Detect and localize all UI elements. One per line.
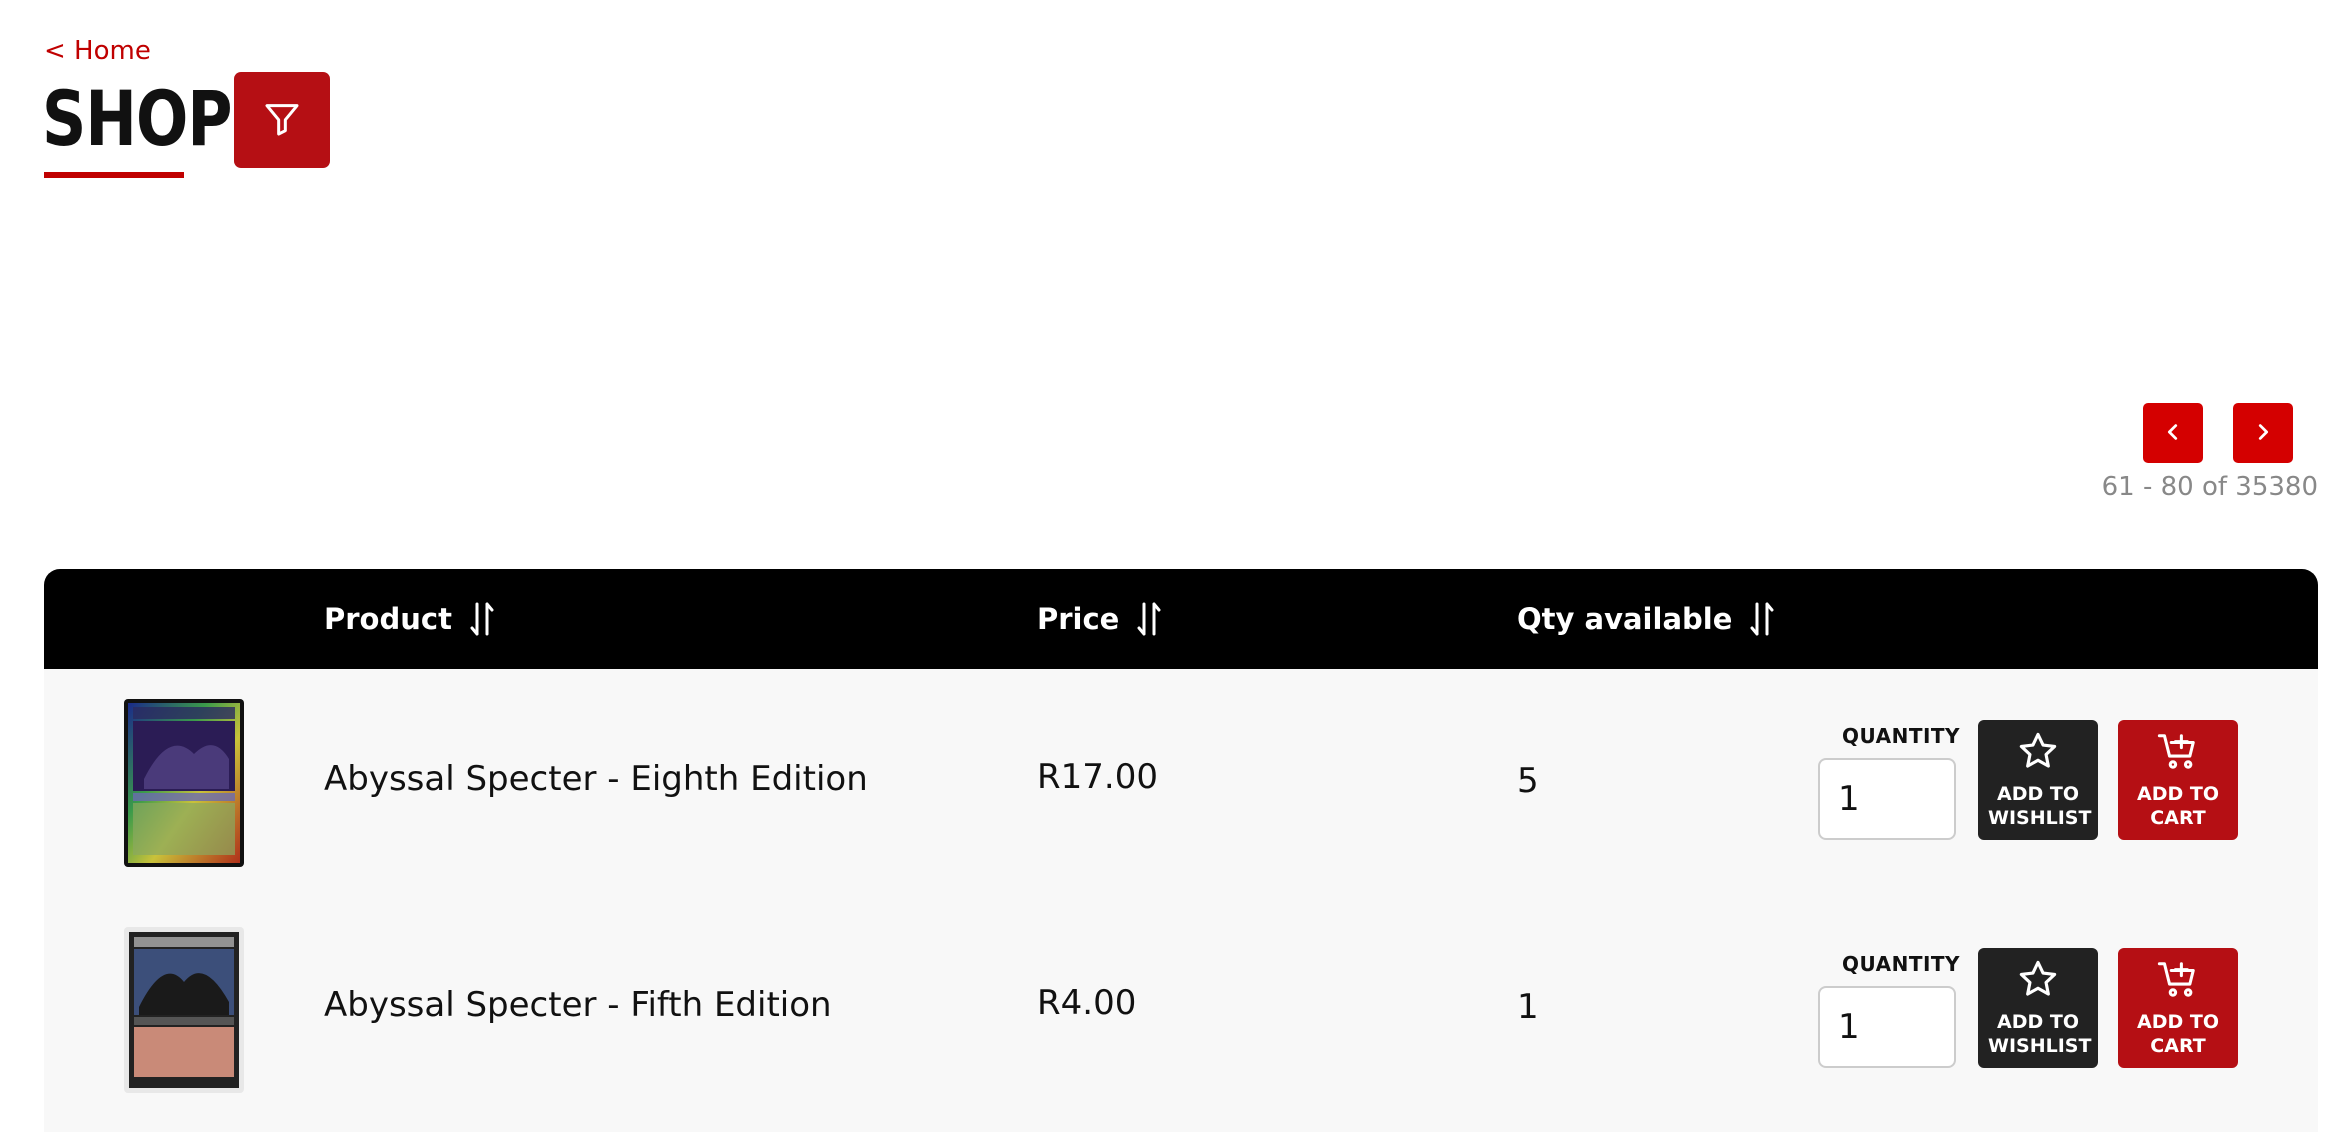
product-name[interactable]: Abyssal Specter - Fifth Edition [324,985,832,1025]
prev-page-button[interactable] [2143,403,2203,463]
quantity-input[interactable] [1818,986,1956,1068]
add-to-wishlist-button[interactable]: ADD TO WISHLIST [1978,948,2098,1068]
column-header-label: Product [324,602,452,636]
filter-button[interactable] [234,72,330,168]
table-row: Abyssal Specter - Eighth Edition R17.00 … [44,669,2318,897]
column-header-qty-available[interactable]: Qty available [1517,569,1776,669]
pagination-range: 61 - 80 of 35380 [2101,472,2318,502]
add-to-cart-label: ADD TO CART [2137,1011,2219,1057]
cart-plus-icon [2118,730,2238,772]
sort-icon[interactable] [468,601,496,637]
add-to-wishlist-button[interactable]: ADD TO WISHLIST [1978,720,2098,840]
add-to-cart-button[interactable]: ADD TO CART [2118,720,2238,840]
sort-icon[interactable] [1135,601,1163,637]
product-price: R4.00 [1037,983,1137,1023]
table-row: Abyssal Specter - Fifth Edition R4.00 1 … [44,897,2318,1125]
chevron-left-icon [2162,421,2184,446]
quantity-label: QUANTITY [1841,952,1961,976]
qty-available: 5 [1517,761,1539,801]
product-price: R17.00 [1037,757,1158,797]
product-card-image[interactable] [124,927,244,1093]
sort-icon[interactable] [1748,601,1776,637]
chevron-right-icon [2252,421,2274,446]
star-icon [1978,730,2098,772]
title-underline [44,172,184,178]
column-header-product[interactable]: Product [324,569,496,669]
filter-icon [262,99,302,142]
add-to-cart-label: ADD TO CART [2137,783,2219,829]
column-header-label: Price [1037,602,1120,636]
product-table-body: Abyssal Specter - Eighth Edition R17.00 … [44,669,2318,1132]
quantity-label: QUANTITY [1841,724,1961,748]
star-icon [1978,958,2098,1000]
product-card-image[interactable] [124,699,244,867]
next-page-button[interactable] [2233,403,2293,463]
qty-available: 1 [1517,987,1539,1027]
add-to-cart-button[interactable]: ADD TO CART [2118,948,2238,1068]
table-header: Product Price Qty available [44,569,2318,669]
add-to-wishlist-label: ADD TO WISHLIST [1988,783,2092,829]
page-title: SHOP [42,74,233,163]
quantity-input[interactable] [1818,758,1956,840]
cart-plus-icon [2118,958,2238,1000]
product-name[interactable]: Abyssal Specter - Eighth Edition [324,759,868,799]
column-header-label: Qty available [1517,602,1733,636]
add-to-wishlist-label: ADD TO WISHLIST [1988,1011,2092,1057]
column-header-price[interactable]: Price [1037,569,1163,669]
home-link[interactable]: < Home [44,36,151,66]
